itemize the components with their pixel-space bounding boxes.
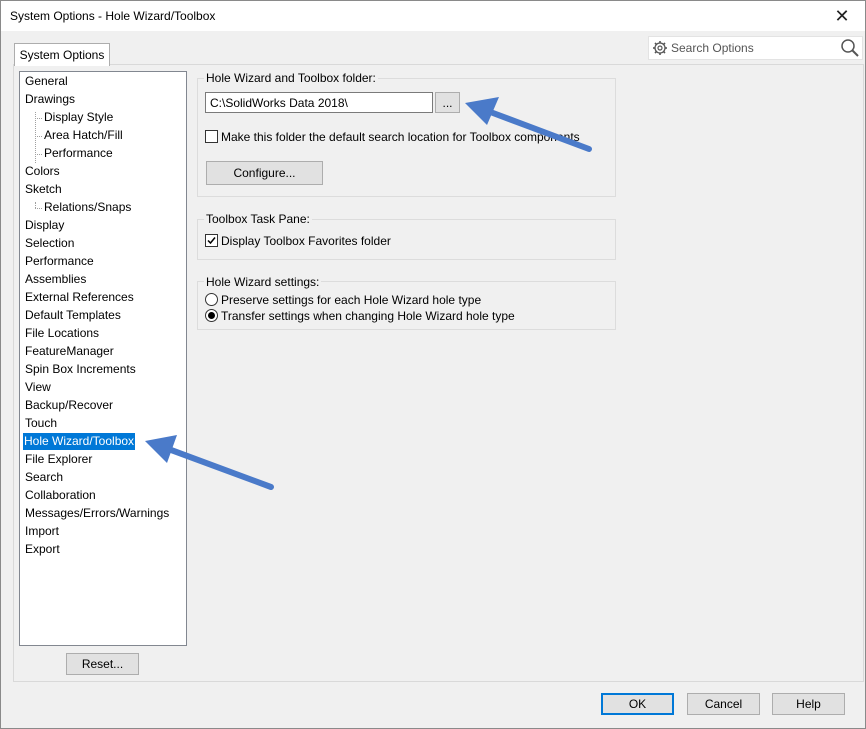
annotation-arrow-icon [465, 97, 592, 152]
toolbox-folder-group-title: Hole Wizard and Toolbox folder: [204, 71, 378, 85]
search-options-input[interactable]: Search Options [648, 36, 863, 60]
preserve-settings-label: Preserve settings for each Hole Wizard h… [221, 293, 482, 307]
display-favorites-label: Display Toolbox Favorites folder [221, 234, 391, 248]
search-placeholder: Search Options [671, 41, 754, 55]
tree-item-display[interactable]: Display [24, 217, 65, 234]
checkmark-icon [207, 237, 216, 245]
tree-item-drawings-performance[interactable]: Performance [43, 145, 114, 162]
tree-item-general[interactable]: General [24, 73, 69, 90]
default-search-location-checkbox[interactable] [205, 130, 218, 143]
toolbox-folder-path-input[interactable]: C:\SolidWorks Data 2018\ [205, 92, 433, 113]
transfer-settings-radio[interactable] [205, 309, 218, 322]
tree-item-touch[interactable]: Touch [24, 415, 58, 432]
toolbox-task-pane-group-title: Toolbox Task Pane: [204, 212, 312, 226]
display-favorites-checkbox[interactable] [205, 234, 218, 247]
annotation-arrow-icon [145, 435, 274, 490]
tree-item-file-explorer[interactable]: File Explorer [24, 451, 93, 468]
configure-button[interactable]: Configure... [206, 161, 323, 185]
ok-button[interactable]: OK [601, 693, 674, 715]
tree-item-external-references[interactable]: External References [24, 289, 135, 306]
tree-item-messages-errors-warnings[interactable]: Messages/Errors/Warnings [24, 505, 170, 522]
browse-folder-button[interactable]: ... [435, 92, 460, 113]
tree-item-display-style[interactable]: Display Style [43, 109, 114, 126]
tree-item-spin-box-increments[interactable]: Spin Box Increments [24, 361, 137, 378]
transfer-settings-label: Transfer settings when changing Hole Wiz… [221, 309, 515, 323]
window-title: System Options - Hole Wizard/Toolbox [10, 9, 216, 23]
search-icon[interactable] [840, 38, 860, 58]
tree-item-colors[interactable]: Colors [24, 163, 61, 180]
tab-system-options[interactable]: System Options [14, 43, 110, 66]
cancel-button[interactable]: Cancel [687, 693, 760, 715]
gear-icon [653, 41, 667, 55]
tree-connector [35, 112, 36, 163]
system-options-dialog: System Options - Hole Wizard/Toolbox ✕ S… [0, 0, 866, 729]
tree-item-performance[interactable]: Performance [24, 253, 95, 270]
hole-wizard-settings-group-title: Hole Wizard settings: [204, 275, 322, 289]
tree-connector [35, 208, 42, 209]
tree-item-file-locations[interactable]: File Locations [24, 325, 100, 342]
tree-connector [35, 154, 42, 155]
tree-item-sketch[interactable]: Sketch [24, 181, 63, 198]
tree-item-assemblies[interactable]: Assemblies [24, 271, 87, 288]
tree-connector [35, 136, 42, 137]
options-tree[interactable]: General Drawings Display Style Area Hatc… [19, 71, 187, 646]
preserve-settings-radio[interactable] [205, 293, 218, 306]
title-bar[interactable]: System Options - Hole Wizard/Toolbox ✕ [1, 1, 865, 31]
tree-item-collaboration[interactable]: Collaboration [24, 487, 97, 504]
tree-item-featuremanager[interactable]: FeatureManager [24, 343, 115, 360]
tree-item-hole-wizard-toolbox[interactable]: Hole Wizard/Toolbox [23, 433, 136, 450]
tree-item-export[interactable]: Export [24, 541, 61, 558]
tree-item-drawings[interactable]: Drawings [24, 91, 76, 108]
close-button[interactable]: ✕ [819, 1, 865, 31]
close-icon: ✕ [834, 5, 850, 26]
help-button[interactable]: Help [772, 693, 845, 715]
tree-item-backup-recover[interactable]: Backup/Recover [24, 397, 114, 414]
tree-connector [35, 118, 42, 119]
tree-item-view[interactable]: View [24, 379, 52, 396]
tree-item-area-hatch-fill[interactable]: Area Hatch/Fill [43, 127, 124, 144]
tree-item-default-templates[interactable]: Default Templates [24, 307, 122, 324]
tree-item-search[interactable]: Search [24, 469, 64, 486]
tree-item-relations-snaps[interactable]: Relations/Snaps [43, 199, 132, 216]
tree-item-selection[interactable]: Selection [24, 235, 75, 252]
reset-button[interactable]: Reset... [66, 653, 139, 675]
tree-item-import[interactable]: Import [24, 523, 60, 540]
